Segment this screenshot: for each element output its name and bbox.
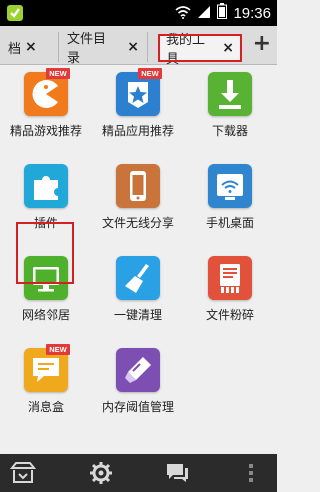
tools-grid: NEW 精品游戏推荐 NEW 精品应用推荐 下载器 插件 文件无线分享 手机桌面… [0,64,277,454]
shred-icon [208,256,252,300]
close-tab-button[interactable]: × [25,39,37,55]
status-bar: 19:36 [0,0,277,26]
tab-bar: 档 × 文件目录 × 我的工具 × [0,26,277,67]
broom-icon [116,256,160,300]
tool-one-click-clean[interactable]: 一键清理 [92,256,184,326]
wifi-desktop-icon [208,164,252,208]
tab-partial[interactable]: 档 × [0,32,40,62]
signal-icon [197,4,211,23]
tab-my-tools[interactable]: 我的工具 × [158,33,242,67]
tool-label: 内存阈值管理 [101,400,174,414]
tool-memory-threshold[interactable]: 内存阈值管理 [92,348,184,418]
new-badge: NEW [46,68,70,79]
tool-label: 消息盒 [27,400,64,414]
tool-label: 精品应用推荐 [101,124,174,138]
tab-file-directory[interactable]: 文件目录 × [58,32,148,66]
new-badge: NEW [138,68,162,79]
download-icon [208,72,252,116]
tool-label: 文件无线分享 [101,216,174,230]
tool-app-recommend[interactable]: NEW 精品应用推荐 [92,68,184,142]
new-badge: NEW [46,344,70,355]
tool-label: 网络邻居 [21,308,70,322]
tool-label: 手机桌面 [205,216,254,230]
wifi-icon [175,4,191,23]
phone-share-icon [116,164,160,208]
close-tab-button[interactable]: × [222,40,234,56]
tab-label: 档 [8,41,22,57]
tab-label: 我的工具 [166,33,206,67]
puzzle-icon [24,164,68,208]
memory-icon [116,348,160,392]
battery-icon [217,3,228,23]
chat-icon[interactable] [164,460,190,486]
tool-phone-desktop[interactable]: 手机桌面 [184,164,276,234]
tool-game-recommend[interactable]: NEW 精品游戏推荐 [0,68,92,142]
settings-icon[interactable] [88,460,114,486]
tool-label: 下载器 [211,124,248,138]
selection-highlight [16,222,74,284]
tool-wireless-share[interactable]: 文件无线分享 [92,164,184,234]
tool-file-shredder[interactable]: 文件粉碎 [184,256,276,326]
close-tab-button[interactable]: × [127,39,139,55]
tab-label: 文件目录 [67,32,107,66]
tool-label: 文件粉碎 [205,308,254,322]
bottom-toolbar [0,454,277,492]
add-tab-button[interactable]: + [253,33,271,55]
tool-downloader[interactable]: 下载器 [184,72,276,142]
status-time: 19:36 [233,4,271,22]
tool-message-box[interactable]: NEW 消息盒 [0,344,92,418]
app-notification-icon [6,4,24,26]
store-icon[interactable] [9,460,37,486]
tool-label: 精品游戏推荐 [9,124,82,138]
more-icon[interactable] [238,460,264,486]
tool-label: 一键清理 [113,308,162,322]
